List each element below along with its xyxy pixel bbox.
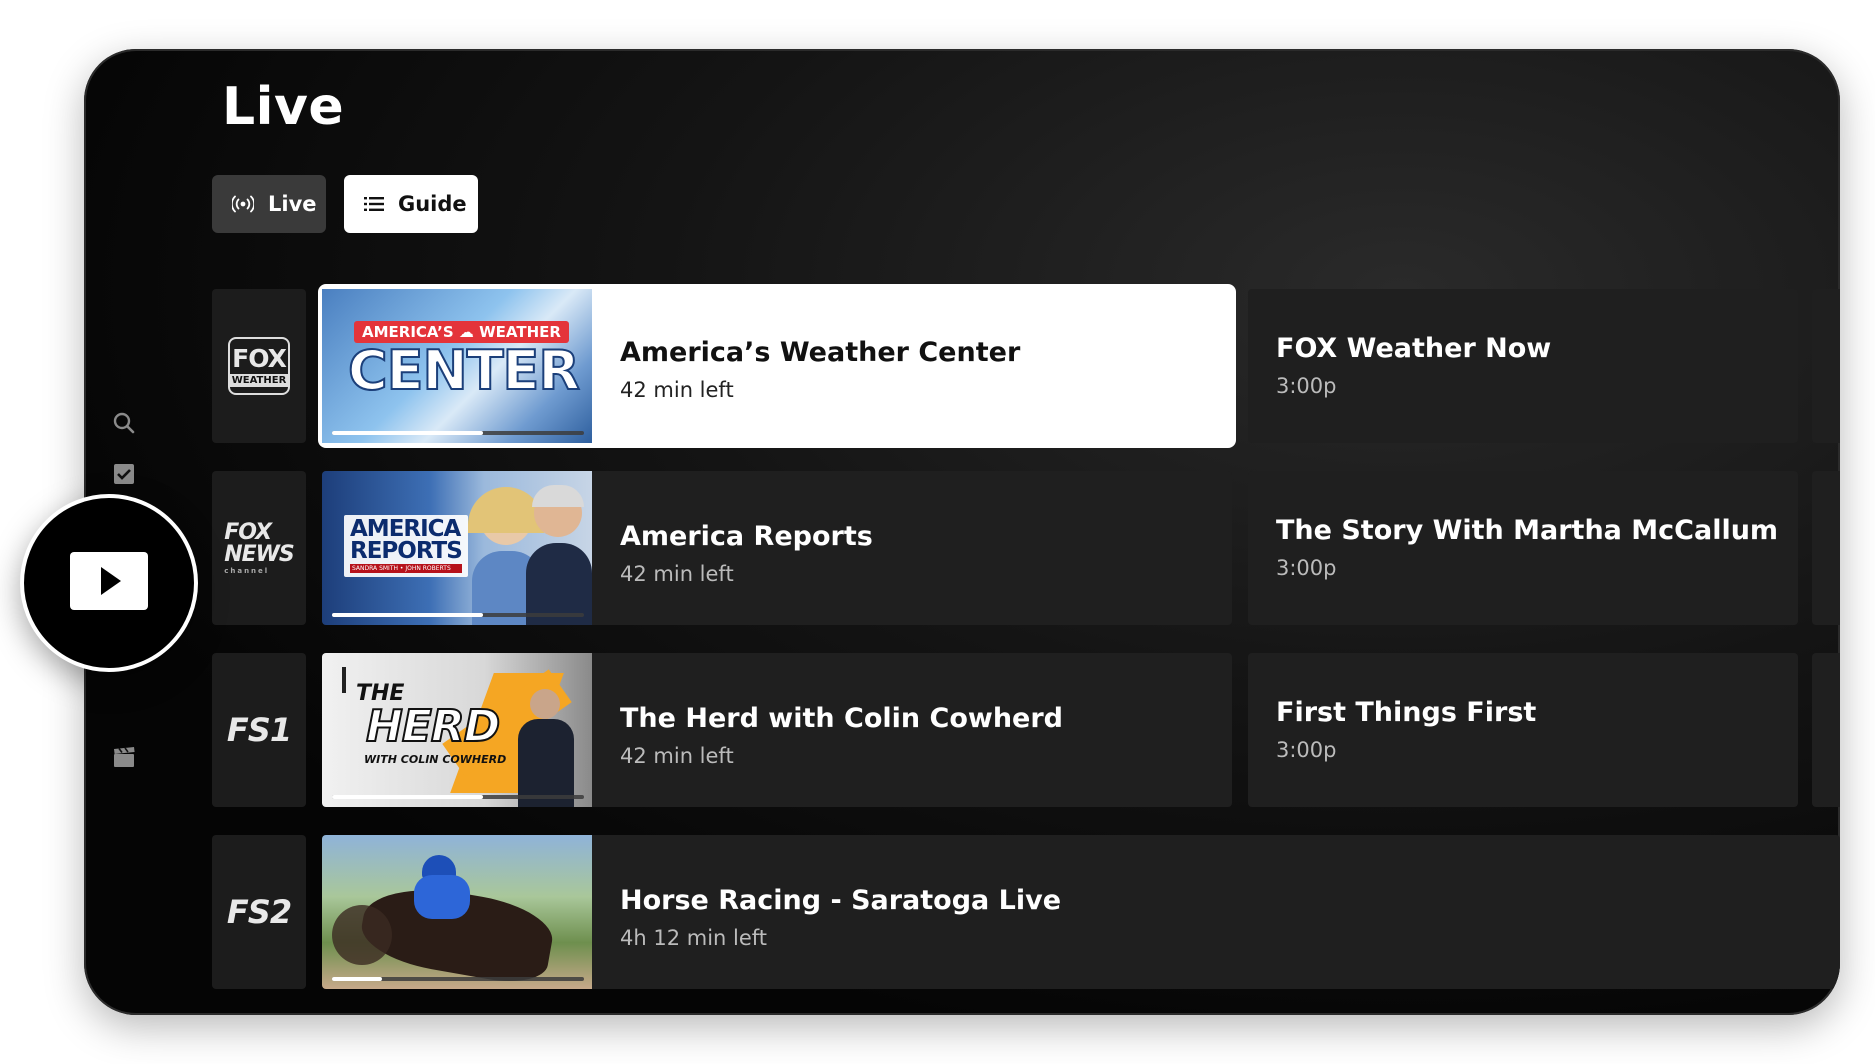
channel-logo-fox-news[interactable]: FOX NEWS channel [212,471,306,625]
next-program-title: First Things First [1276,697,1537,728]
jockey-shape [414,875,470,919]
program-card[interactable]: Horse Racing - Saratoga Live 4h 12 min l… [322,835,1840,989]
program-card[interactable]: AMERICA REPORTS SANDRA SMITH • JOHN ROBE… [322,471,1232,625]
channel-row: FS1 THE HERD WITH COLIN COWHERD The Herd… [212,653,1840,807]
next-program-time: 3:00p [1276,738,1337,762]
time-remaining: 4h 12 min left [620,926,768,950]
play-icon [70,552,148,614]
tab-live[interactable]: Live [212,175,326,233]
program-thumbnail: AMERICA’S ☁ WEATHER CENTER [322,289,592,443]
next-program-title: The Story With Martha McCallum [1276,515,1779,546]
program-title: Horse Racing - Saratoga Live [620,885,1062,916]
list-icon [364,196,384,212]
progress-bar [332,431,584,435]
next-program-card[interactable]: First Things First 3:00p [1248,653,1798,807]
channel-logo-fs2[interactable]: FS2 [212,835,306,989]
next-program-time: 3:00p [1276,556,1337,580]
peek-card [1812,471,1840,625]
peek-card [1812,289,1840,443]
host-portrait [530,689,560,719]
next-program-card[interactable]: The Story With Martha McCallum 3:00p [1248,471,1798,625]
search-icon[interactable] [112,411,136,435]
program-thumbnail: THE HERD WITH COLIN COWHERD [322,653,592,807]
program-title: The Herd with Colin Cowherd [620,703,1064,734]
channel-row: FOX NEWS channel AMERICA REPORTS SANDRA … [212,471,1840,625]
time-remaining: 42 min left [620,378,734,402]
channel-logo-fox-weather[interactable]: FOX WEATHER [212,289,306,443]
clapperboard-icon[interactable] [112,745,136,769]
next-program-time: 3:00p [1276,374,1337,398]
program-title: America’s Weather Center [620,337,1021,368]
program-title: America Reports [620,521,873,552]
program-card-focused[interactable]: AMERICA’S ☁ WEATHER CENTER America’s Wea… [318,284,1236,448]
tab-guide[interactable]: Guide [344,175,478,233]
channel-logo-fs1[interactable]: FS1 [212,653,306,807]
progress-bar [332,977,584,981]
page-title: Live [222,77,345,137]
live-play-button[interactable] [20,494,198,672]
checkbox-icon[interactable] [112,462,136,486]
channel-row: FS2 Horse Racing - Saratoga Live 4h 12 m… [212,835,1840,989]
program-card[interactable]: THE HERD WITH COLIN COWHERD The Herd wit… [322,653,1232,807]
time-remaining: 42 min left [620,562,734,586]
peek-card [1812,653,1840,807]
program-thumbnail [322,835,592,989]
next-program-card[interactable]: FOX Weather Now 3:00p [1248,289,1798,443]
program-thumbnail: AMERICA REPORTS SANDRA SMITH • JOHN ROBE… [322,471,592,625]
tab-guide-label: Guide [398,192,467,216]
progress-bar [332,795,584,799]
channel-row: FOX WEATHER AMERICA’S ☁ WEATHER CENTER A… [212,284,1840,448]
next-program-title: FOX Weather Now [1276,333,1552,364]
tv-screen: Live Live Guide FOX WEATHER AMERICA’S ☁ … [84,49,1840,1015]
tab-live-label: Live [268,192,317,216]
broadcast-icon [232,195,254,213]
progress-bar [332,613,584,617]
time-remaining: 42 min left [620,744,734,768]
